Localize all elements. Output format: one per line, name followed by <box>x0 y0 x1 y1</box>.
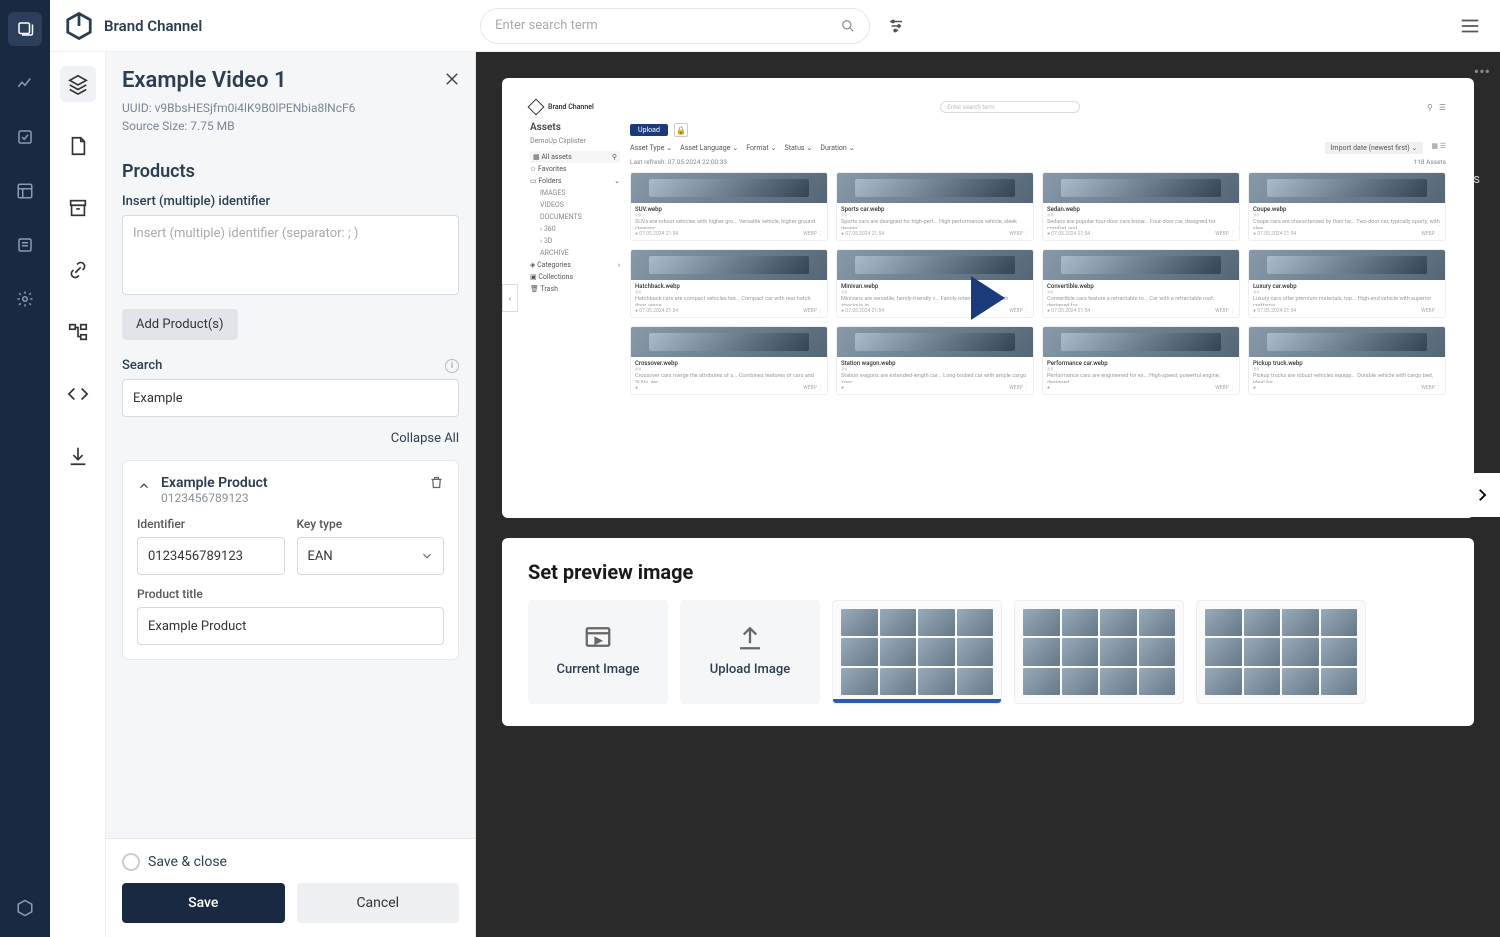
save-button[interactable]: Save <box>122 883 285 923</box>
preview-title: Set preview image <box>528 560 1448 584</box>
close-icon[interactable] <box>443 70 461 88</box>
current-image-icon <box>583 622 613 652</box>
collapse-all-button[interactable]: Collapse All <box>122 431 459 446</box>
upload-image-tile[interactable]: Upload Image <box>680 600 820 704</box>
editor-side-icons <box>50 52 106 937</box>
rail-templates-icon[interactable] <box>8 174 42 208</box>
left-rail <box>0 0 50 937</box>
play-icon[interactable] <box>971 276 1005 320</box>
search-input[interactable] <box>495 18 841 33</box>
preview-backdrop: ssets ••• ‹ Brand Channel Enter search t… <box>476 52 1500 937</box>
upload-icon <box>735 622 765 652</box>
panel-size: Source Size: 7.75 MB <box>122 117 459 135</box>
identifier-input[interactable] <box>122 215 459 295</box>
rail-library-icon[interactable] <box>8 12 42 46</box>
rail-settings-icon[interactable] <box>8 282 42 316</box>
preview-image-section: Set preview image Current Image Upload I… <box>502 538 1474 726</box>
global-search[interactable] <box>480 8 870 44</box>
keytype-select[interactable] <box>297 537 445 575</box>
video-preview[interactable]: ‹ Brand Channel Enter search term ⚲ ☰ <box>502 78 1474 518</box>
rail-logo-icon <box>8 891 42 925</box>
product-search-input[interactable] <box>122 379 459 417</box>
identifier-label: Insert (multiple) identifier <box>122 194 459 209</box>
panel-title: Example Video 1 <box>122 68 459 93</box>
tree-icon[interactable] <box>60 314 96 350</box>
archive-icon[interactable] <box>60 190 96 226</box>
rail-form-icon[interactable] <box>8 228 42 262</box>
identifier-field[interactable] <box>137 537 285 575</box>
save-and-close-toggle[interactable]: Save & close <box>122 853 459 871</box>
edit-panel: Example Video 1 UUID: v9BbsHESjfm0i4lK9B… <box>106 52 476 937</box>
link-icon[interactable] <box>60 252 96 288</box>
topbar: Brand Channel <box>50 0 1500 52</box>
trash-icon[interactable] <box>429 475 444 490</box>
product-name: Example Product <box>161 475 268 491</box>
filter-icon[interactable] <box>880 10 912 42</box>
info-icon[interactable]: i <box>445 359 459 373</box>
code-icon[interactable] <box>60 376 96 412</box>
current-image-tile[interactable]: Current Image <box>528 600 668 704</box>
document-icon[interactable] <box>60 128 96 164</box>
product-title-label: Product title <box>137 587 444 601</box>
search-icon <box>841 19 855 33</box>
brand-logo[interactable]: Brand Channel <box>64 11 202 41</box>
products-section-title: Products <box>122 161 459 182</box>
product-id: 0123456789123 <box>161 491 268 505</box>
hamburger-menu-icon[interactable] <box>1454 10 1486 42</box>
add-products-button[interactable]: Add Product(s) <box>122 309 238 340</box>
panel-uuid: UUID: v9BbsHESjfm0i4lK9B0lPENbia8lNcF6 <box>122 99 459 117</box>
identifier-field-label: Identifier <box>137 517 285 531</box>
radio-icon <box>122 853 140 871</box>
product-card: Example Product 0123456789123 Identifier <box>122 460 459 660</box>
product-title-field[interactable] <box>137 607 444 645</box>
thumbnail-3[interactable] <box>1196 600 1366 704</box>
search-label: Search <box>122 358 162 373</box>
chevron-up-icon[interactable] <box>137 479 151 493</box>
keytype-label: Key type <box>297 517 445 531</box>
download-icon[interactable] <box>60 438 96 474</box>
rail-analytics-icon[interactable] <box>8 66 42 100</box>
layers-icon[interactable] <box>60 66 96 102</box>
more-icon[interactable]: ••• <box>1474 62 1490 81</box>
next-arrow-icon[interactable] <box>1464 473 1500 517</box>
cancel-button[interactable]: Cancel <box>297 883 460 923</box>
rail-tasks-icon[interactable] <box>8 120 42 154</box>
thumbnail-1[interactable] <box>832 600 1002 704</box>
brand-name: Brand Channel <box>104 17 202 35</box>
thumbnail-2[interactable] <box>1014 600 1184 704</box>
